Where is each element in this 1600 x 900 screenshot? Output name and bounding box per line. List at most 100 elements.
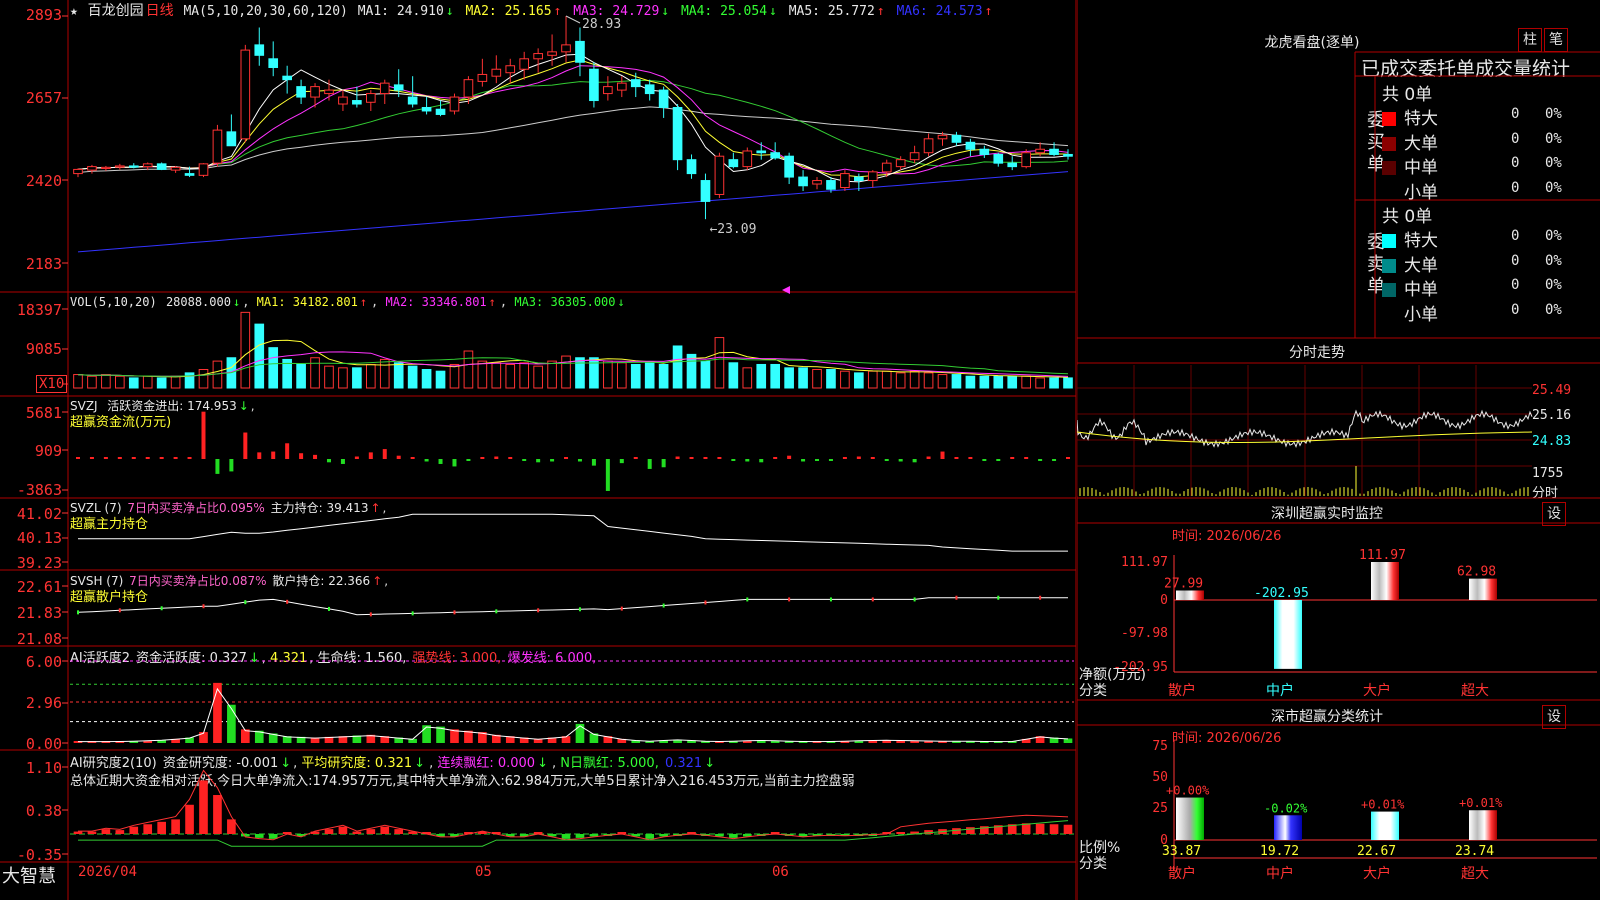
- fund-flow-bar: [815, 459, 820, 461]
- fund-flow-bar: [870, 457, 875, 459]
- research-bar: [1007, 824, 1017, 834]
- activity-bar: [910, 740, 919, 743]
- candle-body: [463, 79, 474, 98]
- order-count: 0: [1511, 228, 1520, 244]
- fund-flow-bar: [480, 457, 485, 459]
- activity-bar: [561, 736, 571, 743]
- candle-body: [603, 86, 613, 95]
- ai1-axis-label: 0.00: [25, 735, 62, 753]
- volume-bar: [1021, 375, 1031, 389]
- candle: [826, 177, 836, 193]
- class-category-label: 散户: [1168, 865, 1196, 882]
- buy-row: 小单: [1382, 178, 1438, 203]
- activity-bar: [533, 738, 543, 743]
- candle-body: [352, 100, 362, 105]
- research-bar: [645, 834, 655, 839]
- volume-bar: [770, 363, 781, 389]
- candle-body: [867, 171, 878, 182]
- volume-bar: [268, 347, 279, 389]
- monitor-ylabel: 净额(万元): [1079, 667, 1146, 683]
- retail-tick: [327, 606, 330, 611]
- class-ylabel: 比例%: [1079, 840, 1120, 856]
- activity-bar: [729, 740, 738, 743]
- order-count: 0: [1511, 277, 1520, 293]
- monitor-settings-button[interactable]: 设: [1542, 502, 1566, 526]
- activity-bar: [241, 729, 250, 743]
- period-label[interactable]: 日线: [146, 3, 174, 19]
- activity-bar: [115, 741, 125, 743]
- star-icon[interactable]: ★: [70, 4, 78, 19]
- volume-bar: [798, 367, 808, 389]
- candle: [310, 83, 320, 108]
- volume-bar: [73, 374, 83, 389]
- fund-flow-bar: [438, 459, 443, 464]
- research-bar: [171, 819, 180, 834]
- vol-ma3-line: [77, 357, 1069, 377]
- intraday-title[interactable]: 分时走势: [1257, 342, 1377, 362]
- candle: [1063, 149, 1073, 160]
- fund-flow-bar: [103, 457, 108, 459]
- monitor-category-label: 中户: [1266, 682, 1294, 699]
- legend-swatch: [1382, 234, 1396, 248]
- research-bar: [533, 832, 543, 834]
- candle-body: [491, 68, 502, 77]
- svsh-axis-label: 21.08: [16, 630, 62, 648]
- candle-body: [226, 131, 237, 147]
- candle: [296, 79, 306, 105]
- monitor-axis-label: -97.98: [1121, 626, 1168, 641]
- candle-body: [644, 84, 655, 95]
- volume-bar: [435, 370, 446, 389]
- stock-name: 百龙创园: [87, 3, 144, 19]
- candle-body: [240, 49, 251, 140]
- activity-bar: [101, 741, 111, 743]
- monitor-bar-value: 111.97: [1359, 548, 1406, 563]
- candle: [575, 27, 585, 77]
- class-axis-label: 75: [1152, 739, 1168, 754]
- research-bar: [659, 834, 668, 837]
- date-label: 2026/04: [78, 864, 138, 880]
- activity-bar: [324, 736, 334, 743]
- research-bar: [450, 834, 459, 837]
- research-bar: [352, 831, 362, 834]
- research-bar: [394, 829, 404, 834]
- candle: [993, 152, 1004, 167]
- retail-tick: [286, 599, 289, 604]
- fund-flow-bar: [382, 449, 387, 459]
- candle: [1007, 156, 1018, 171]
- candle-body: [1049, 148, 1059, 155]
- candle-body: [533, 53, 543, 60]
- buy-row: 特大: [1382, 104, 1438, 129]
- candle-body: [784, 155, 794, 178]
- bi-button[interactable]: 笔: [1544, 28, 1568, 52]
- intraday-price-line: [1077, 409, 1533, 448]
- research-bar: [241, 834, 250, 837]
- zhu-button[interactable]: 柱: [1518, 28, 1542, 52]
- research-bar: [1021, 823, 1031, 834]
- sell-row: 中单: [1382, 275, 1438, 300]
- candle: [212, 124, 223, 167]
- research-bar: [519, 834, 529, 837]
- candle-body: [407, 96, 418, 105]
- class-settings-button[interactable]: 设: [1542, 705, 1566, 729]
- volume-bar: [700, 360, 711, 389]
- candle-body: [198, 163, 209, 176]
- candle-body: [895, 159, 906, 168]
- volume-bar: [115, 375, 125, 389]
- left-chart-area[interactable]: 2893 2657 2420 2183 ★ 百龙创园 日线 MA(5,10,20,…: [0, 0, 1077, 900]
- volume-bar: [854, 372, 864, 389]
- app-logo[interactable]: 大智慧: [2, 862, 56, 888]
- fund-flow-bar: [313, 454, 318, 459]
- legend-swatch: [1382, 161, 1396, 175]
- fund-flow-bar: [368, 452, 373, 459]
- fund-flow-bar: [940, 451, 945, 459]
- activity-bar: [840, 740, 850, 743]
- retail-tick: [913, 597, 916, 602]
- fund-flow-bar: [229, 459, 234, 472]
- candle-body: [1007, 162, 1018, 168]
- fund-flow-bar: [201, 411, 206, 459]
- volume-bar: [365, 363, 376, 389]
- candle-body: [101, 166, 111, 170]
- volume-bar: [589, 357, 599, 389]
- fund-flow-bar: [633, 457, 638, 459]
- sell-row: 特大: [1382, 226, 1438, 251]
